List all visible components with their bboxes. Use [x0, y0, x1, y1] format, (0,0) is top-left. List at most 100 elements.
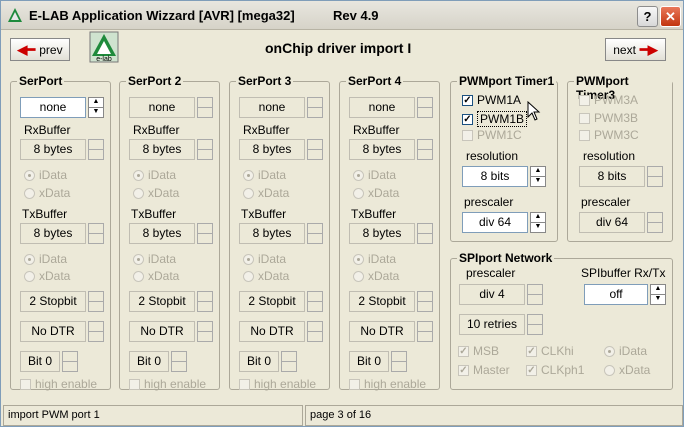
spinner-arrows-icon[interactable]: ▲ ▼ — [530, 212, 546, 233]
pwm3c-checkbox[interactable]: PWM3C — [579, 128, 639, 142]
txbuffer-spinner[interactable]: 8 bytes — [349, 223, 433, 244]
serport-mode-spinner[interactable]: none — [129, 97, 213, 118]
rx-idata-radio[interactable]: iData — [133, 168, 176, 182]
spinner-arrows-icon[interactable]: ▲ ▼ — [650, 284, 666, 305]
spi-prescaler-spinner[interactable]: div 4 — [459, 284, 543, 305]
tx-idata-radio[interactable]: iData — [24, 252, 67, 266]
rxbuffer-spinner[interactable]: 8 bytes — [349, 139, 433, 160]
spinner-arrows-icon[interactable] — [197, 97, 213, 118]
stopbit-spinner[interactable]: 2 Stopbit — [239, 291, 323, 312]
spi-retries-spinner[interactable]: 10 retries — [459, 314, 543, 335]
spinner-arrows-icon[interactable] — [88, 321, 104, 342]
rx-xdata-radio[interactable]: xData — [243, 186, 289, 200]
stopbit-spinner[interactable]: 2 Stopbit — [129, 291, 213, 312]
help-button[interactable]: ? — [637, 6, 658, 27]
spinner-arrows-icon[interactable] — [307, 223, 323, 244]
tx-idata-radio[interactable]: iData — [243, 252, 286, 266]
pwm3b-checkbox[interactable]: PWM3B — [579, 111, 638, 125]
spi-clkhi-checkbox[interactable]: ✓ CLKhi — [526, 344, 574, 358]
spinner-arrows-icon[interactable]: ▲ ▼ — [530, 166, 546, 187]
bit-spinner[interactable]: Bit 0 — [239, 351, 297, 372]
serport-mode-spinner[interactable]: none ▲ ▼ — [20, 97, 104, 118]
close-button[interactable]: ✕ — [660, 6, 681, 27]
spinner-arrows-icon[interactable] — [171, 351, 187, 372]
dtr-spinner[interactable]: No DTR — [129, 321, 213, 342]
rx-xdata-radio[interactable]: xData — [353, 186, 399, 200]
rx-idata-radio[interactable]: iData — [353, 168, 396, 182]
spinner-arrows-icon[interactable] — [88, 291, 104, 312]
prev-button[interactable]: ◀━ prev — [10, 38, 70, 61]
stopbit-spinner[interactable]: 2 Stopbit — [20, 291, 104, 312]
high-enable-checkbox[interactable]: high enable — [349, 377, 426, 391]
spinner-arrows-icon[interactable] — [307, 321, 323, 342]
spi-msb-checkbox[interactable]: ✓ MSB — [458, 344, 499, 358]
bit-spinner[interactable]: Bit 0 — [20, 351, 78, 372]
pwm3-resolution-spinner[interactable]: 8 bits — [579, 166, 663, 187]
tx-xdata-radio[interactable]: xData — [353, 269, 399, 283]
spinner-arrows-icon[interactable] — [527, 284, 543, 305]
spinner-arrows-icon[interactable] — [62, 351, 78, 372]
high-enable-checkbox[interactable]: high enable — [20, 377, 97, 391]
dtr-spinner[interactable]: No DTR — [20, 321, 104, 342]
rxbuffer-spinner[interactable]: 8 bytes — [129, 139, 213, 160]
spinner-arrows-icon[interactable] — [197, 291, 213, 312]
bit-spinner[interactable]: Bit 0 — [129, 351, 187, 372]
tx-xdata-radio[interactable]: xData — [24, 269, 70, 283]
pwm1c-checkbox[interactable]: PWM1C — [462, 128, 522, 142]
pwm3-prescaler-spinner[interactable]: div 64 — [579, 212, 663, 233]
stopbit-spinner[interactable]: 2 Stopbit — [349, 291, 433, 312]
rx-xdata-radio[interactable]: xData — [24, 186, 70, 200]
pwm3-resolution-label: resolution — [583, 149, 636, 163]
high-enable-checkbox[interactable]: high enable — [129, 377, 206, 391]
pwm1a-checkbox[interactable]: ✓ PWM1A — [462, 93, 521, 107]
pwm1-resolution-spinner[interactable]: 8 bits ▲ ▼ — [462, 166, 546, 187]
spinner-arrows-icon[interactable] — [417, 291, 433, 312]
serport-mode-spinner[interactable]: none — [349, 97, 433, 118]
txbuffer-spinner[interactable]: 8 bytes — [20, 223, 104, 244]
pwm1-prescaler-spinner[interactable]: div 64 ▲ ▼ — [462, 212, 546, 233]
txbuffer-spinner[interactable]: 8 bytes — [239, 223, 323, 244]
spinner-arrows-icon[interactable] — [417, 223, 433, 244]
txbuffer-spinner[interactable]: 8 bytes — [129, 223, 213, 244]
spinner-arrows-icon[interactable] — [527, 314, 543, 335]
bit-spinner[interactable]: Bit 0 — [349, 351, 407, 372]
spi-master-checkbox[interactable]: ✓ Master — [458, 363, 510, 377]
rxbuffer-spinner[interactable]: 8 bytes — [239, 139, 323, 160]
tx-idata-radio[interactable]: iData — [133, 252, 176, 266]
spinner-arrows-icon[interactable] — [391, 351, 407, 372]
rx-idata-radio[interactable]: iData — [24, 168, 67, 182]
spinner-arrows-icon[interactable] — [307, 291, 323, 312]
pwm3a-checkbox[interactable]: PWM3A — [579, 93, 638, 107]
spinner-arrows-icon[interactable]: ▲ ▼ — [88, 97, 104, 118]
serport-mode-spinner[interactable]: none — [239, 97, 323, 118]
rx-xdata-radio[interactable]: xData — [133, 186, 179, 200]
spinner-arrows-icon[interactable] — [88, 223, 104, 244]
spi-xdata-radio[interactable]: xData — [604, 363, 650, 377]
spinner-arrows-icon[interactable] — [197, 321, 213, 342]
spinner-arrows-icon[interactable] — [417, 139, 433, 160]
spi-buffer-spinner[interactable]: off ▲ ▼ — [584, 284, 666, 305]
spi-idata-radio[interactable]: iData — [604, 344, 647, 358]
spinner-arrows-icon[interactable] — [647, 212, 663, 233]
spinner-arrows-icon[interactable] — [307, 139, 323, 160]
high-enable-checkbox[interactable]: high enable — [239, 377, 316, 391]
rx-idata-radio[interactable]: iData — [243, 168, 286, 182]
spinner-arrows-icon[interactable] — [88, 139, 104, 160]
spinner-arrows-icon[interactable] — [307, 97, 323, 118]
spinner-arrows-icon[interactable] — [647, 166, 663, 187]
next-button[interactable]: next ━▶ — [605, 38, 666, 61]
dtr-spinner[interactable]: No DTR — [349, 321, 433, 342]
spinner-arrows-icon[interactable] — [417, 97, 433, 118]
txbuffer-label: TxBuffer — [351, 207, 397, 221]
rxbuffer-spinner[interactable]: 8 bytes — [20, 139, 104, 160]
spinner-arrows-icon[interactable] — [197, 223, 213, 244]
spinner-arrows-icon[interactable] — [417, 321, 433, 342]
pwm1b-checkbox[interactable]: ✓ PWM1B — [462, 111, 528, 127]
tx-xdata-radio[interactable]: xData — [133, 269, 179, 283]
spi-clkph-checkbox[interactable]: ✓ CLKph1 — [526, 363, 584, 377]
tx-idata-radio[interactable]: iData — [353, 252, 396, 266]
dtr-spinner[interactable]: No DTR — [239, 321, 323, 342]
tx-xdata-radio[interactable]: xData — [243, 269, 289, 283]
spinner-arrows-icon[interactable] — [197, 139, 213, 160]
spinner-arrows-icon[interactable] — [281, 351, 297, 372]
